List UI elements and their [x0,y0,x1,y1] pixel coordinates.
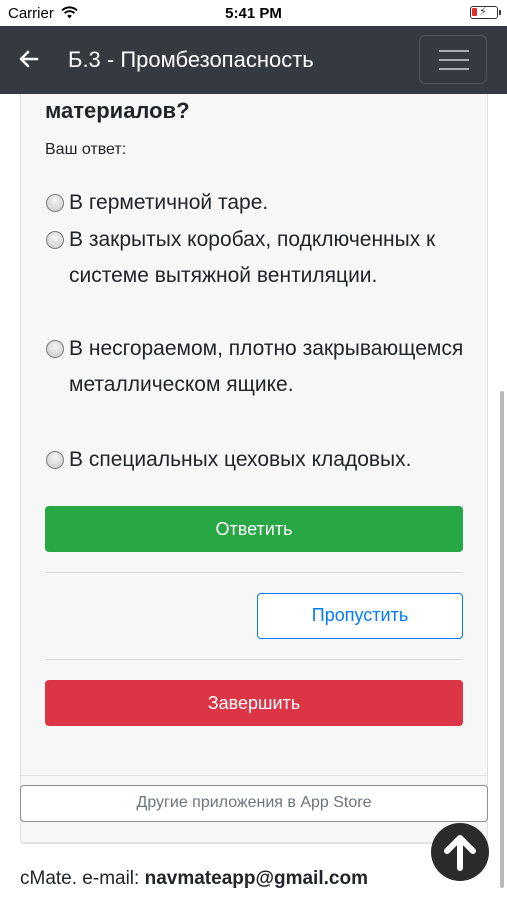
scrollbar[interactable] [500,391,504,888]
scroll-top-button[interactable] [431,823,489,881]
option-label: В специальных цеховых кладовых. [69,448,412,471]
hamburger-menu-icon [439,50,469,52]
footer-prefix: cMate. e-mail: [20,868,145,889]
radio-button[interactable] [46,340,64,358]
footer-email[interactable]: navmateapp@gmail.com [145,868,368,889]
radio-button[interactable] [46,194,64,212]
other-apps-button[interactable]: Другие приложения в App Store [20,785,488,822]
radio-button[interactable] [46,231,64,249]
arrow-left-icon[interactable] [18,48,40,70]
answer-button[interactable]: Ответить [45,506,463,552]
answer-option[interactable]: В закрытых коробах, подключенных к систе… [45,222,475,294]
clock-time: 5:41 PM [225,5,282,22]
arrow-up-circle-icon [444,835,476,871]
skip-button[interactable]: Пропустить [257,593,463,639]
main-content[interactable]: материалов? Ваш ответ: В герметичной тар… [0,94,507,900]
footer-contact: cMate. e-mail: navmateapp@gmail.com [20,868,368,890]
answer-label: Ваш ответ: [45,141,127,158]
answer-option[interactable]: В специальных цеховых кладовых. [45,442,475,478]
option-label: В закрытых коробах, подключенных к систе… [69,228,436,287]
menu-toggle-button[interactable] [419,35,487,84]
page-title: Б.3 - Промбезопасность [68,47,314,72]
option-label: В несгораемом, плотно закрывающемся мета… [69,337,464,396]
question-text: материалов? [45,98,190,123]
divider [20,775,488,776]
divider [45,572,463,573]
battery-charging-icon: ⚡ [470,6,501,19]
answer-option[interactable]: В герметичной таре. [45,185,475,221]
divider [45,659,463,660]
app-navbar: Б.3 - Промбезопасность [0,26,507,94]
option-label: В герметичной таре. [69,191,269,214]
finish-button[interactable]: Завершить [45,680,463,726]
answer-option[interactable]: В несгораемом, плотно закрывающемся мета… [45,331,475,403]
radio-button[interactable] [46,451,64,469]
divider [20,842,488,843]
status-bar: Carrier 5:41 PM ⚡ [0,0,507,26]
